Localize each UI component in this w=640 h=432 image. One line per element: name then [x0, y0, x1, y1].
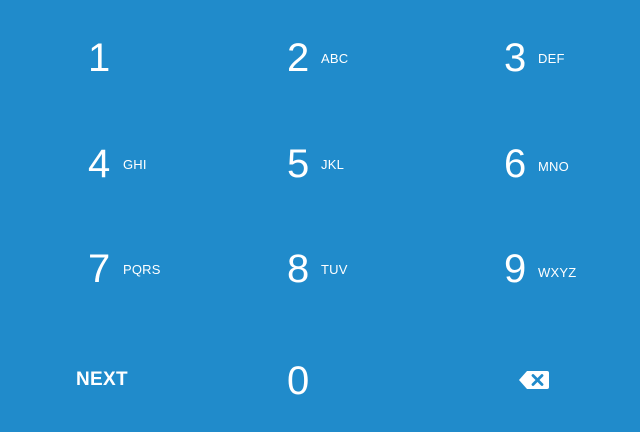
key-2-digit: 2: [287, 36, 310, 80]
key-4-digit: 4: [88, 142, 111, 186]
key-7-digit: 7: [88, 247, 111, 291]
backspace-icon: [518, 370, 550, 395]
key-5[interactable]: 5 JKL: [287, 144, 377, 204]
next-button[interactable]: NEXT: [76, 368, 146, 398]
key-8-letters: TUV: [321, 262, 348, 277]
key-3[interactable]: 3 DEF: [504, 38, 594, 98]
key-4-letters: GHI: [123, 157, 147, 172]
key-6-letters: MNO: [538, 159, 569, 174]
key-7[interactable]: 7 PQRS: [88, 249, 178, 309]
key-9[interactable]: 9 WXYZ: [504, 249, 594, 309]
key-6[interactable]: 6 MNO: [504, 144, 594, 204]
key-3-digit: 3: [504, 36, 527, 80]
key-9-digit: 9: [504, 247, 527, 291]
next-button-label: NEXT: [76, 369, 128, 390]
key-7-letters: PQRS: [123, 262, 161, 277]
key-1-digit: 1: [88, 36, 111, 80]
key-2[interactable]: 2 ABC: [287, 38, 377, 98]
key-8-digit: 8: [287, 247, 310, 291]
key-1[interactable]: 1: [88, 38, 158, 98]
key-5-digit: 5: [287, 142, 310, 186]
key-3-letters: DEF: [538, 51, 565, 66]
dial-keypad: 1 2 ABC 3 DEF 4 GHI 5 JKL 6 MNO 7 PQRS 8…: [0, 0, 640, 432]
key-0[interactable]: 0: [287, 361, 327, 421]
key-0-digit: 0: [287, 359, 310, 403]
key-2-letters: ABC: [321, 51, 349, 66]
backspace-button[interactable]: [514, 366, 554, 394]
key-4[interactable]: 4 GHI: [88, 144, 178, 204]
key-9-letters: WXYZ: [538, 265, 577, 280]
key-5-letters: JKL: [321, 157, 345, 172]
key-6-digit: 6: [504, 142, 527, 186]
key-8[interactable]: 8 TUV: [287, 249, 377, 309]
